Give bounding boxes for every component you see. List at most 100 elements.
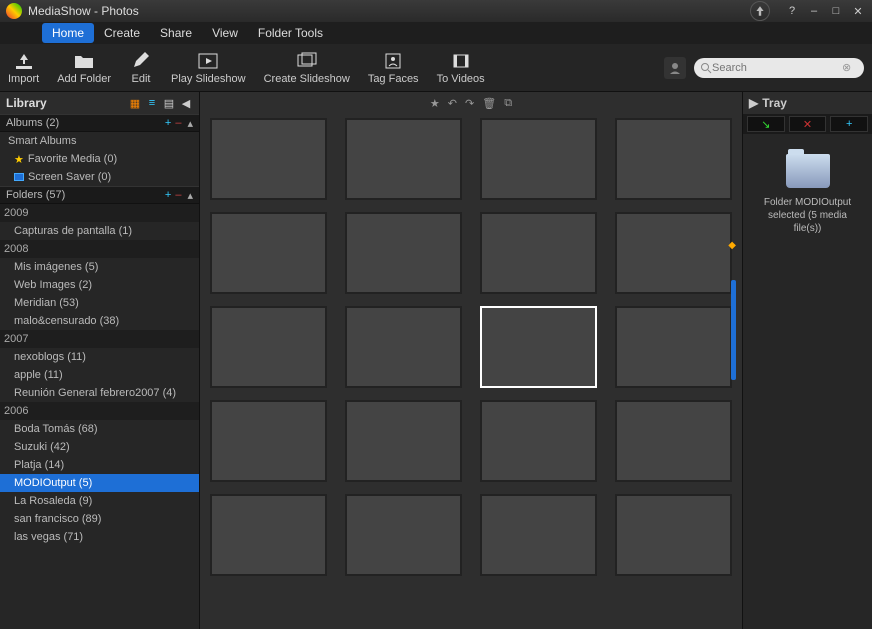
star-icon: ★ <box>14 153 24 166</box>
menu-view[interactable]: View <box>202 23 248 43</box>
menu-create[interactable]: Create <box>94 23 150 43</box>
photo-thumb[interactable] <box>210 306 327 388</box>
folder-lasvegas[interactable]: las vegas (71) <box>0 528 199 546</box>
smart-albums-row[interactable]: Smart Albums <box>0 132 199 150</box>
menu-share[interactable]: Share <box>150 23 202 43</box>
maximize-button[interactable]: □ <box>828 3 844 19</box>
year-2007[interactable]: 2007 <box>0 330 199 348</box>
view-list-icon[interactable]: ≡ <box>145 96 159 110</box>
edit-button[interactable]: Edit <box>129 51 153 85</box>
photo-thumb-selected[interactable] <box>480 306 597 388</box>
to-videos-label: To Videos <box>437 73 485 85</box>
photo-thumb[interactable] <box>210 494 327 576</box>
menu-folder-tools[interactable]: Folder Tools <box>248 23 333 43</box>
collapse-icon[interactable]: ▴ <box>187 117 193 130</box>
tray-plus-button[interactable]: + <box>830 116 868 132</box>
folders-label: Folders (57) <box>6 189 65 201</box>
folder-nexoblogs[interactable]: nexoblogs (11) <box>0 348 199 366</box>
photo-thumb[interactable] <box>615 400 732 482</box>
clear-search-icon[interactable]: ⊗ <box>842 61 851 74</box>
search-input[interactable] <box>712 62 842 74</box>
pencil-icon <box>129 51 153 71</box>
tray-remove-button[interactable]: ✕ <box>789 116 827 132</box>
photo-thumb[interactable] <box>345 400 462 482</box>
add-folder-button[interactable]: Add Folder <box>57 51 111 85</box>
collapse-folders-icon[interactable]: ▴ <box>187 189 193 202</box>
folder-platja[interactable]: Platja (14) <box>0 456 199 474</box>
folder-modioutput[interactable]: MODIOutput (5) <box>0 474 199 492</box>
close-button[interactable]: ✕ <box>850 3 866 19</box>
view-details-icon[interactable]: ▤ <box>162 96 176 110</box>
tag-faces-button[interactable]: Tag Faces <box>368 51 419 85</box>
library-sidebar: Library ▦ ≡ ▤ ◀ Albums (2) + – ▴ Smart A… <box>0 92 200 629</box>
create-slideshow-label: Create Slideshow <box>264 73 350 85</box>
copy-icon[interactable]: ⧉ <box>504 97 512 110</box>
tray-message: Folder MODIOutput selected (5 media file… <box>753 196 862 235</box>
photo-thumb[interactable] <box>210 400 327 482</box>
remove-album-icon[interactable]: – <box>175 117 181 129</box>
folder-apple[interactable]: apple (11) <box>0 366 199 384</box>
import-button[interactable]: Import <box>8 51 39 85</box>
add-album-icon[interactable]: + <box>165 117 171 129</box>
photo-thumb[interactable] <box>210 212 327 294</box>
folder-misimagenes[interactable]: Mis imágenes (5) <box>0 258 199 276</box>
photo-thumb[interactable] <box>480 212 597 294</box>
photo-thumb[interactable] <box>210 118 327 200</box>
collapse-sidebar-icon[interactable]: ◀ <box>179 96 193 110</box>
folder-webimages[interactable]: Web Images (2) <box>0 276 199 294</box>
folder-reunion[interactable]: Reunión General febrero2007 (4) <box>0 384 199 402</box>
photo-thumb[interactable] <box>615 212 732 294</box>
year-2009[interactable]: 2009 <box>0 204 199 222</box>
expand-tray-icon[interactable]: ▶ <box>749 96 758 110</box>
photo-thumb[interactable] <box>480 400 597 482</box>
albums-category[interactable]: Albums (2) + – ▴ <box>0 114 199 132</box>
face-recognition-icon[interactable] <box>664 57 686 79</box>
folder-meridian[interactable]: Meridian (53) <box>0 294 199 312</box>
tray-buttons: ↘ ✕ + <box>743 114 872 134</box>
folder-capturas[interactable]: Capturas de pantalla (1) <box>0 222 199 240</box>
play-slideshow-button[interactable]: Play Slideshow <box>171 51 246 85</box>
photo-thumb[interactable] <box>480 494 597 576</box>
favorite-icon[interactable]: ★ <box>430 97 440 110</box>
folder-rosaleda[interactable]: La Rosaleda (9) <box>0 492 199 510</box>
year-2006[interactable]: 2006 <box>0 402 199 420</box>
screen-saver-row[interactable]: Screen Saver (0) <box>0 168 199 186</box>
delete-icon[interactable]: 🗑 <box>482 97 496 110</box>
menu-home[interactable]: Home <box>42 23 94 43</box>
folder-sanfran[interactable]: san francisco (89) <box>0 510 199 528</box>
help-button[interactable]: ? <box>784 3 800 19</box>
create-slideshow-button[interactable]: Create Slideshow <box>264 51 350 85</box>
photo-thumb[interactable] <box>615 494 732 576</box>
add-folder-label: Add Folder <box>57 73 111 85</box>
scrollbar-thumb[interactable] <box>731 280 736 380</box>
view-thumbnails-icon[interactable]: ▦ <box>128 96 142 110</box>
screen-icon <box>14 173 24 181</box>
rotate-right-icon[interactable]: ↷ <box>465 97 474 110</box>
photo-thumb[interactable] <box>345 118 462 200</box>
to-videos-button[interactable]: To Videos <box>437 51 485 85</box>
photo-thumb[interactable] <box>615 306 732 388</box>
screensaver-label: Screen Saver (0) <box>28 171 111 183</box>
photo-thumb[interactable] <box>480 118 597 200</box>
minimize-button[interactable]: – <box>806 3 822 19</box>
rotate-left-icon[interactable]: ↶ <box>448 97 457 110</box>
favorite-media-row[interactable]: ★Favorite Media (0) <box>0 150 199 168</box>
folder-plus-icon <box>72 51 96 71</box>
photo-thumb[interactable] <box>615 118 732 200</box>
folder-boda[interactable]: Boda Tomás (68) <box>0 420 199 438</box>
year-2008[interactable]: 2008 <box>0 240 199 258</box>
library-header: Library ▦ ≡ ▤ ◀ <box>0 92 199 114</box>
folders-category[interactable]: Folders (57) + – ▴ <box>0 186 199 204</box>
add-folder-icon[interactable]: + <box>165 189 171 201</box>
photo-thumb[interactable] <box>345 306 462 388</box>
folder-malo[interactable]: malo&censurado (38) <box>0 312 199 330</box>
photo-thumb[interactable] <box>345 494 462 576</box>
film-icon <box>449 51 473 71</box>
sync-icon[interactable] <box>750 1 770 21</box>
tray-add-button[interactable]: ↘ <box>747 116 785 132</box>
create-slideshow-icon <box>295 51 319 71</box>
remove-folder-icon[interactable]: – <box>175 189 181 201</box>
folder-suzuki[interactable]: Suzuki (42) <box>0 438 199 456</box>
photo-thumb[interactable] <box>345 212 462 294</box>
search-box[interactable]: ⊗ <box>694 58 864 78</box>
